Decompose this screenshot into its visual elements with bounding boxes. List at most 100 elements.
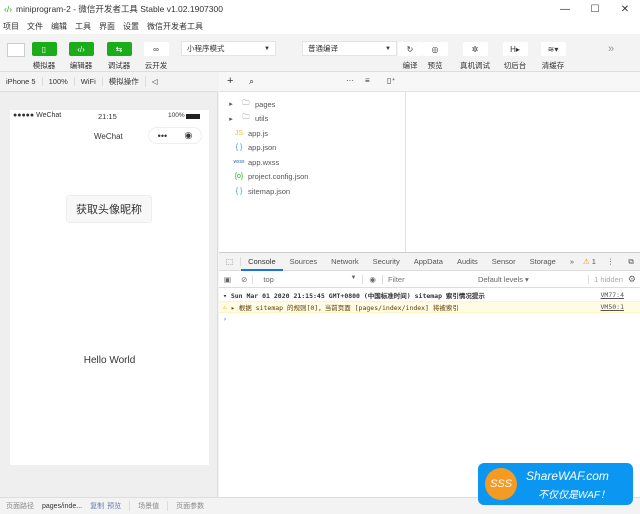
wxss-file-icon: wxss <box>233 159 245 166</box>
zoom-select[interactable]: 100% <box>43 77 75 86</box>
watermark-logo: SSS <box>485 468 517 500</box>
config-file-icon: {o} <box>234 173 244 181</box>
tab-network[interactable]: Network <box>324 257 366 266</box>
maximize-button[interactable]: ☐ <box>580 4 610 15</box>
gear-icon[interactable]: ⚙ <box>628 274 640 285</box>
context-select[interactable]: top ▼ <box>252 274 362 284</box>
more-icon[interactable]: ··· <box>346 76 354 85</box>
console-prompt[interactable]: › <box>219 313 640 325</box>
watermark-site: ShareWAF.com <box>526 469 609 483</box>
devtools-tabs: ⬚ Console Sources Network Security AppDa… <box>219 253 640 271</box>
tab-audits[interactable]: Audits <box>450 257 485 266</box>
minimize-button[interactable]: — <box>550 4 580 15</box>
devtools-panel: ⬚ Console Sources Network Security AppDa… <box>219 252 640 497</box>
add-icon[interactable]: + <box>227 75 233 87</box>
editor-area[interactable] <box>406 92 640 252</box>
filter-input[interactable] <box>381 274 472 284</box>
close-button[interactable]: ✕ <box>610 4 640 15</box>
watermark-slogan: 不仅仅是WAF！ <box>538 490 611 501</box>
network-select[interactable]: WiFi <box>75 77 103 86</box>
source-link[interactable]: VM50:1 <box>601 303 624 311</box>
log-entry: ▾ Sun Mar 01 2020 21:15:45 GMT+0800 (中国标… <box>223 291 624 300</box>
search-icon[interactable]: ⌕ <box>249 76 254 87</box>
menu-file[interactable]: 文件 <box>27 21 43 32</box>
tab-sources[interactable]: Sources <box>283 257 325 266</box>
more-icon[interactable]: » <box>608 43 614 55</box>
tab-console[interactable]: Console <box>241 253 283 271</box>
preview-button[interactable]: ◎ 预览 <box>417 42 453 71</box>
caret-right-icon: ▸ <box>229 101 233 109</box>
folder-pages[interactable]: ▸ 🗀 pages <box>225 97 405 112</box>
split-icon[interactable]: ▯⁺ <box>387 76 396 85</box>
chevron-down-icon: ▼ <box>350 274 357 281</box>
background-button[interactable]: H▸ 切后台 <box>497 42 533 71</box>
preview-link[interactable]: 预览 <box>107 501 121 511</box>
file-project-config[interactable]: {o} project.config.json <box>225 170 405 185</box>
menu-project[interactable]: 项目 <box>3 21 19 32</box>
mode-select[interactable]: 小程序模式 ▼ <box>181 41 276 56</box>
chevron-down-icon: ▼ <box>264 45 270 52</box>
dock-icon[interactable]: ⧉ <box>621 257 640 267</box>
tab-security[interactable]: Security <box>366 257 407 266</box>
folder-icon: 🗀 <box>242 99 250 107</box>
collapse-icon[interactable]: ≡ <box>365 76 370 85</box>
phone-icon: ▯ <box>31 42 57 56</box>
menu-settings[interactable]: 设置 <box>123 21 139 32</box>
more-tabs-icon[interactable]: » <box>563 257 581 266</box>
menu-devtools[interactable]: 微信开发者工具 <box>147 21 203 32</box>
clear-console-icon[interactable]: ⊘ <box>236 275 252 284</box>
compile-mode-select[interactable]: 普通编译 ▼ <box>302 41 397 56</box>
warning-entry: ⚠ ▸ 根据 sitemap 的规则[0]，当前页面 [pages/index/i… <box>219 301 640 313</box>
page-path: pages/inde... <box>42 502 83 510</box>
hello-text: Hello World <box>83 355 136 366</box>
js-file-icon: JS <box>234 129 244 137</box>
battery-icon <box>186 114 200 119</box>
menu-edit[interactable]: 编辑 <box>51 21 67 32</box>
sim-ops-select[interactable]: 模拟操作 <box>103 76 146 87</box>
inspect-icon[interactable]: ⬚ <box>219 257 242 266</box>
debugger-button[interactable]: ⇆ 调试器 <box>101 42 137 71</box>
chevron-down-icon: ▼ <box>385 45 391 52</box>
avatar[interactable] <box>7 43 25 57</box>
layers-icon: ≋▾ <box>540 42 566 56</box>
clock: 21:15 <box>98 112 117 121</box>
battery-level: 100% <box>168 112 185 119</box>
file-app-js[interactable]: JS app.js <box>225 126 405 141</box>
file-sitemap-json[interactable]: { } sitemap.json <box>225 184 405 199</box>
tab-sensor[interactable]: Sensor <box>485 257 523 266</box>
close-circle-icon[interactable]: ◉ <box>184 130 192 141</box>
watermark: SSS ShareWAF.com 不仅仅是WAF！ <box>478 463 633 505</box>
tab-storage[interactable]: Storage <box>523 257 563 266</box>
params-button[interactable]: 页面参数 <box>167 501 204 511</box>
menu-view[interactable]: 界面 <box>99 21 115 32</box>
sidebar-toggle-icon[interactable]: ▣ <box>219 275 236 284</box>
eye-icon[interactable]: ◉ <box>362 274 382 284</box>
folder-utils[interactable]: ▸ 🗀 utils <box>225 112 405 127</box>
bug-icon: ✲ <box>462 42 488 56</box>
menu-tools[interactable]: 工具 <box>75 21 91 32</box>
simulator-button[interactable]: ▯ 模拟器 <box>26 42 62 71</box>
clear-cache-button[interactable]: ≋▾ 清缓存 <box>535 42 571 71</box>
capsule-menu[interactable]: ••• ◉ <box>148 127 202 144</box>
get-userinfo-button[interactable]: 获取头像昵称 <box>66 195 152 223</box>
kebab-menu-icon[interactable]: ⋮ <box>600 257 622 266</box>
tab-appdata[interactable]: AppData <box>407 257 450 266</box>
file-app-json[interactable]: { } app.json <box>225 141 405 156</box>
file-tree: ▸ 🗀 pages ▸ 🗀 utils JS app.js { } app.json wxs… <box>219 92 406 252</box>
warning-count[interactable]: 1 <box>592 257 600 266</box>
console-toolbar: ▣ ⊘ top▼ ◉ Default levels ▾ 1 hidden ⚙ <box>219 271 640 288</box>
scene-button[interactable]: 场景值 <box>129 501 159 511</box>
warning-icon[interactable]: ⚠ <box>581 257 592 266</box>
device-select[interactable]: iPhone 5 <box>0 77 43 86</box>
cloud-button[interactable]: ∞ 云开发 <box>138 42 174 71</box>
device-bar: iPhone 5 100% WiFi 模拟操作 ◁ <box>0 72 218 92</box>
levels-select[interactable]: Default levels ▾ <box>472 275 529 284</box>
source-link[interactable]: VM77:4 <box>601 291 624 299</box>
remote-debug-button[interactable]: ✲ 真机调试 <box>457 42 493 71</box>
volume-icon[interactable]: ◁ <box>146 77 164 86</box>
file-app-wxss[interactable]: wxss app.wxss <box>225 155 405 170</box>
editor-button[interactable]: ‹/› 编辑器 <box>63 42 99 71</box>
more-icon[interactable]: ••• <box>158 131 167 141</box>
hidden-count: 1 hidden <box>588 274 628 284</box>
copy-link[interactable]: 复制 <box>90 501 104 511</box>
